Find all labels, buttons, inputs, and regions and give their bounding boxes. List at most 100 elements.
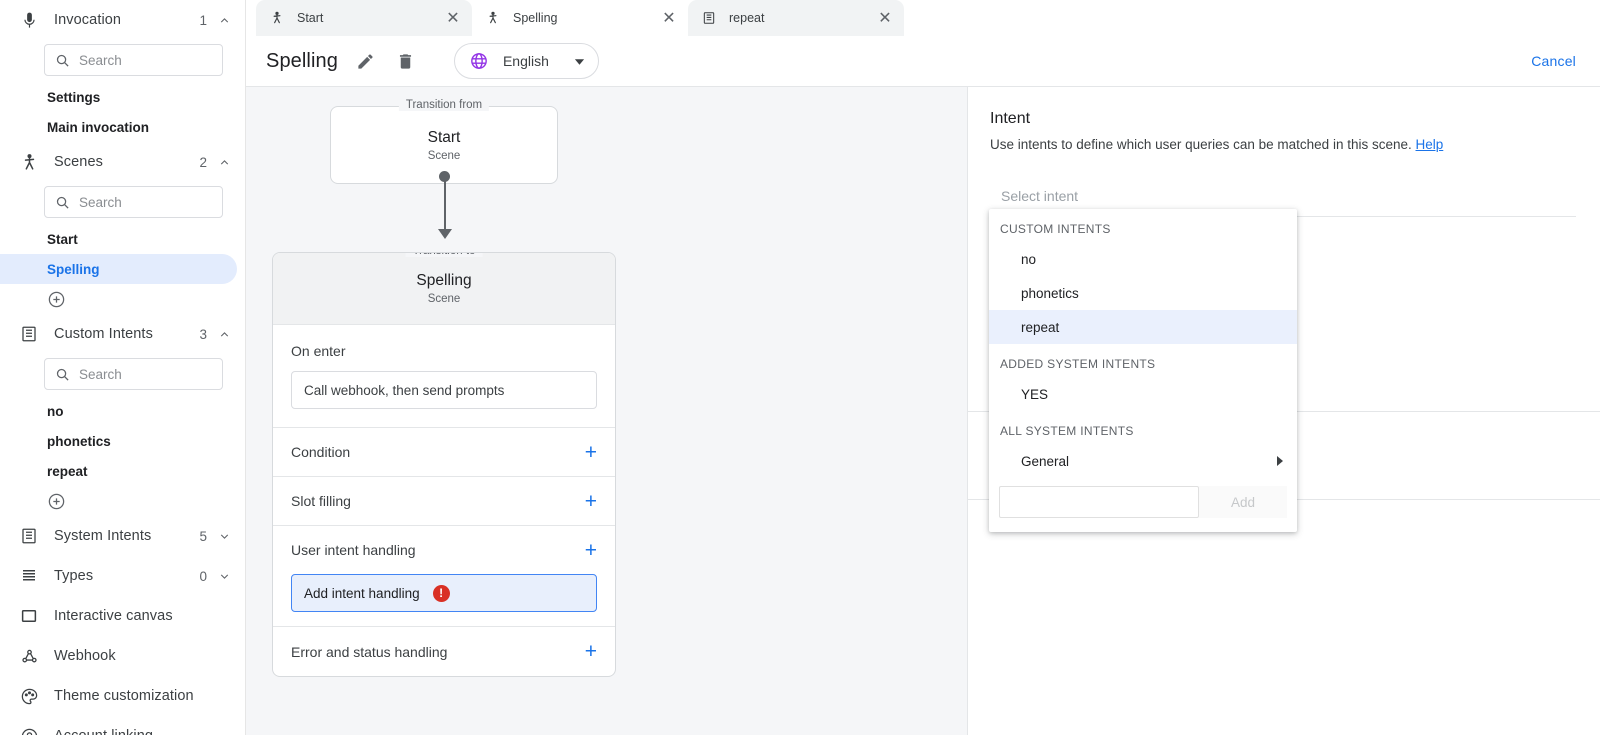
sidebar-item-intent-phonetics[interactable]: phonetics — [0, 426, 245, 456]
sidebar-item-intent-repeat[interactable]: repeat — [0, 456, 245, 486]
sidebar-item-settings[interactable]: Settings — [0, 82, 245, 112]
chevron-up-icon — [217, 13, 231, 27]
tab-label: Start — [297, 11, 444, 25]
scenes-search-box[interactable] — [44, 186, 223, 218]
close-icon[interactable]: ✕ — [876, 9, 894, 27]
sidebar-item-account-linking[interactable]: Account linking — [0, 716, 245, 735]
sidebar-section-system-intents[interactable]: System Intents 5 — [0, 516, 245, 556]
dropdown-item-phonetics[interactable]: phonetics — [989, 276, 1297, 310]
transition-to-header[interactable]: Transition to Spelling Scene — [273, 253, 615, 325]
tab-spelling[interactable]: Spelling ✕ — [472, 0, 688, 36]
dropdown-item-general[interactable]: General — [989, 444, 1297, 478]
user-intent-handling-label: User intent handling — [291, 542, 416, 558]
intent-detail-inner: Intent Use intents to define which user … — [968, 87, 1600, 217]
transition-from-legend: Transition from — [399, 99, 489, 111]
sidebar-section-count: 3 — [199, 327, 207, 342]
chevron-down-icon — [217, 529, 231, 543]
search-icon — [55, 367, 70, 382]
scene-canvas[interactable]: Transition from Start Scene Transition t… — [246, 87, 968, 735]
trash-icon[interactable] — [394, 49, 418, 73]
sidebar-item-label: Webhook — [54, 648, 231, 664]
sidebar-item-label: no — [47, 404, 64, 419]
cancel-button[interactable]: Cancel — [1531, 53, 1576, 69]
dropdown-group-title: CUSTOM INTENTS — [989, 209, 1297, 242]
new-intent-input[interactable] — [999, 486, 1199, 518]
sidebar-section-scenes[interactable]: Scenes 2 — [0, 142, 245, 182]
intents-search-wrap — [0, 354, 245, 396]
sidebar-section-label: Types — [54, 568, 199, 584]
intents-search-box[interactable] — [44, 358, 223, 390]
dropdown-item-label: phonetics — [1021, 286, 1079, 301]
dropdown-item-yes[interactable]: YES — [989, 377, 1297, 411]
sidebar-section-count: 2 — [199, 155, 207, 170]
error-status-handling-row[interactable]: Error and status handling + — [273, 627, 615, 676]
tab-label: Spelling — [513, 11, 660, 25]
add-slot-filling-icon[interactable]: + — [585, 491, 597, 512]
sidebar-item-intent-no[interactable]: no — [0, 396, 245, 426]
globe-icon — [469, 51, 490, 72]
add-button[interactable]: Add — [1199, 486, 1287, 518]
language-selector[interactable]: English — [454, 43, 599, 79]
microphone-icon — [18, 9, 40, 31]
add-scene-button[interactable] — [0, 284, 245, 314]
scene-person-icon — [18, 151, 40, 173]
sidebar-section-count: 1 — [199, 13, 207, 28]
canvas-square-icon — [18, 605, 40, 627]
dropdown-item-label: repeat — [1021, 320, 1059, 335]
add-error-handling-icon[interactable]: + — [585, 641, 597, 662]
pencil-icon[interactable] — [354, 49, 378, 73]
help-link[interactable]: Help — [1416, 137, 1444, 152]
sidebar-item-theme-customization[interactable]: Theme customization — [0, 676, 245, 716]
scene-toolbar: Spelling English Cancel — [246, 36, 1600, 87]
invocation-search-wrap — [0, 40, 245, 82]
sidebar-item-scene-start[interactable]: Start — [0, 224, 245, 254]
sidebar-section-count: 0 — [199, 569, 207, 584]
sidebar-item-interactive-canvas[interactable]: Interactive canvas — [0, 596, 245, 636]
intent-heading: Intent — [990, 110, 1576, 128]
list-box-icon — [18, 525, 40, 547]
edge-arrow-icon — [438, 229, 452, 239]
add-condition-icon[interactable]: + — [585, 442, 597, 463]
dropdown-item-repeat[interactable]: repeat — [989, 310, 1297, 344]
intent-dropdown-menu[interactable]: CUSTOM INTENTS no phonetics repeat ADDED… — [989, 209, 1297, 532]
app-root: Invocation 1 Settings Main invocation — [0, 0, 1600, 735]
sidebar-item-label: repeat — [47, 464, 88, 479]
node-title: Start — [428, 129, 461, 147]
sidebar-section-label: Scenes — [54, 154, 199, 170]
sidebar-item-webhook[interactable]: Webhook — [0, 636, 245, 676]
intent-detail-panel: Intent Use intents to define which user … — [968, 87, 1600, 735]
sidebar-item-scene-spelling[interactable]: Spelling — [0, 254, 237, 284]
on-enter-value[interactable]: Call webhook, then send prompts — [291, 371, 597, 409]
palette-icon — [18, 685, 40, 707]
intents-search-input[interactable] — [79, 367, 246, 382]
node-subtitle: Scene — [428, 293, 461, 305]
dropdown-item-no[interactable]: no — [989, 242, 1297, 276]
account-circle-icon — [18, 725, 40, 735]
submenu-arrow-icon — [1277, 456, 1283, 466]
page-title: Spelling — [266, 50, 338, 73]
chevron-down-icon — [217, 569, 231, 583]
sidebar-section-types[interactable]: Types 0 — [0, 556, 245, 596]
close-icon[interactable]: ✕ — [444, 9, 462, 27]
sidebar-section-custom-intents[interactable]: Custom Intents 3 — [0, 314, 245, 354]
scene-person-icon — [486, 11, 502, 25]
sidebar-item-main-invocation[interactable]: Main invocation — [0, 112, 245, 142]
slot-filling-row[interactable]: Slot filling + — [273, 477, 615, 526]
add-intent-handling-button[interactable]: Add intent handling ! — [291, 574, 597, 612]
dropdown-item-label: YES — [1021, 387, 1048, 402]
invocation-search-input[interactable] — [79, 53, 246, 68]
condition-row[interactable]: Condition + — [273, 428, 615, 477]
add-user-intent-handling-icon[interactable]: + — [585, 540, 597, 561]
scenes-search-input[interactable] — [79, 195, 246, 210]
close-icon[interactable]: ✕ — [660, 9, 678, 27]
add-intent-button[interactable] — [0, 486, 245, 516]
list-box-icon — [18, 323, 40, 345]
tab-start[interactable]: Start ✕ — [256, 0, 472, 36]
tab-repeat[interactable]: repeat ✕ — [688, 0, 904, 36]
sidebar-item-label: Interactive canvas — [54, 608, 231, 624]
sidebar-section-label: System Intents — [54, 528, 199, 544]
sidebar-section-invocation[interactable]: Invocation 1 — [0, 0, 245, 40]
on-enter-label: On enter — [291, 343, 597, 359]
invocation-search-box[interactable] — [44, 44, 223, 76]
search-icon — [55, 195, 70, 210]
